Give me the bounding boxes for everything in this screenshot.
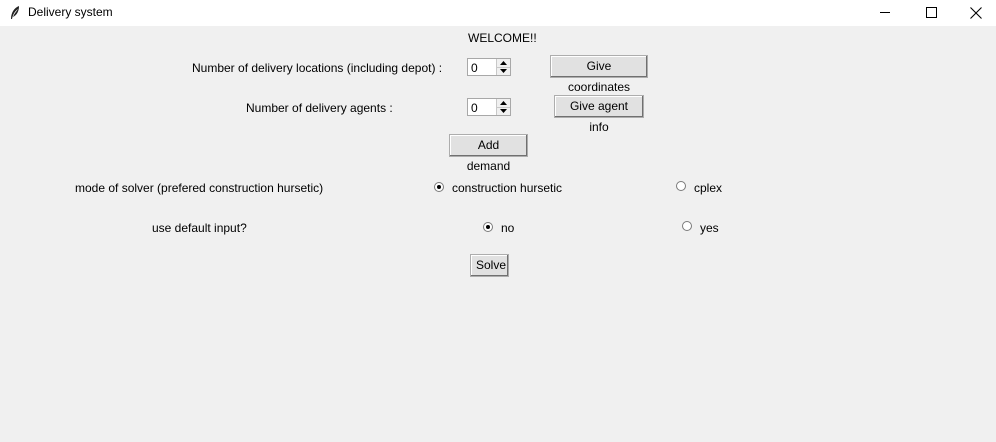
default-input-label: use default input? [152,221,247,235]
main-content: WELCOME!! Number of delivery locations (… [0,26,996,442]
locations-spinbox[interactable]: 0 [467,58,511,76]
solver-mode-option-cplex-label: cplex [694,181,723,195]
radio-selected-icon[interactable] [483,222,493,232]
close-button[interactable] [953,0,996,26]
radio-selected-icon[interactable] [434,182,444,192]
maximize-button[interactable] [908,0,954,26]
title-bar: Delivery system [0,0,996,26]
agents-spinbox[interactable]: 0 [467,98,511,116]
minimize-button[interactable] [862,0,908,26]
agents-decrement-button[interactable] [497,107,510,115]
locations-decrement-button[interactable] [497,67,510,75]
default-input-option-no-label: no [501,221,515,235]
welcome-heading: WELCOME!! [468,31,537,45]
locations-label: Number of delivery locations (including … [192,61,443,75]
window-title: Delivery system [28,5,113,19]
agents-label: Number of delivery agents : [246,101,393,115]
give-agent-info-button[interactable]: Give agent info [554,95,644,134]
locations-value: 0 [471,61,478,75]
default-input-option-yes-label: yes [700,221,719,235]
agents-value: 0 [471,101,478,115]
solver-mode-label: mode of solver (prefered construction hu… [75,181,324,195]
solver-mode-option-construction-label: construction hursetic [452,181,563,195]
give-coordinates-button[interactable]: Give coordinates [550,55,648,94]
add-demand-button[interactable]: Add demand [449,134,528,173]
radio-unselected-icon[interactable] [682,221,692,231]
radio-unselected-icon[interactable] [676,181,686,191]
solve-button[interactable]: Solve [470,254,509,277]
feather-icon [9,5,21,21]
